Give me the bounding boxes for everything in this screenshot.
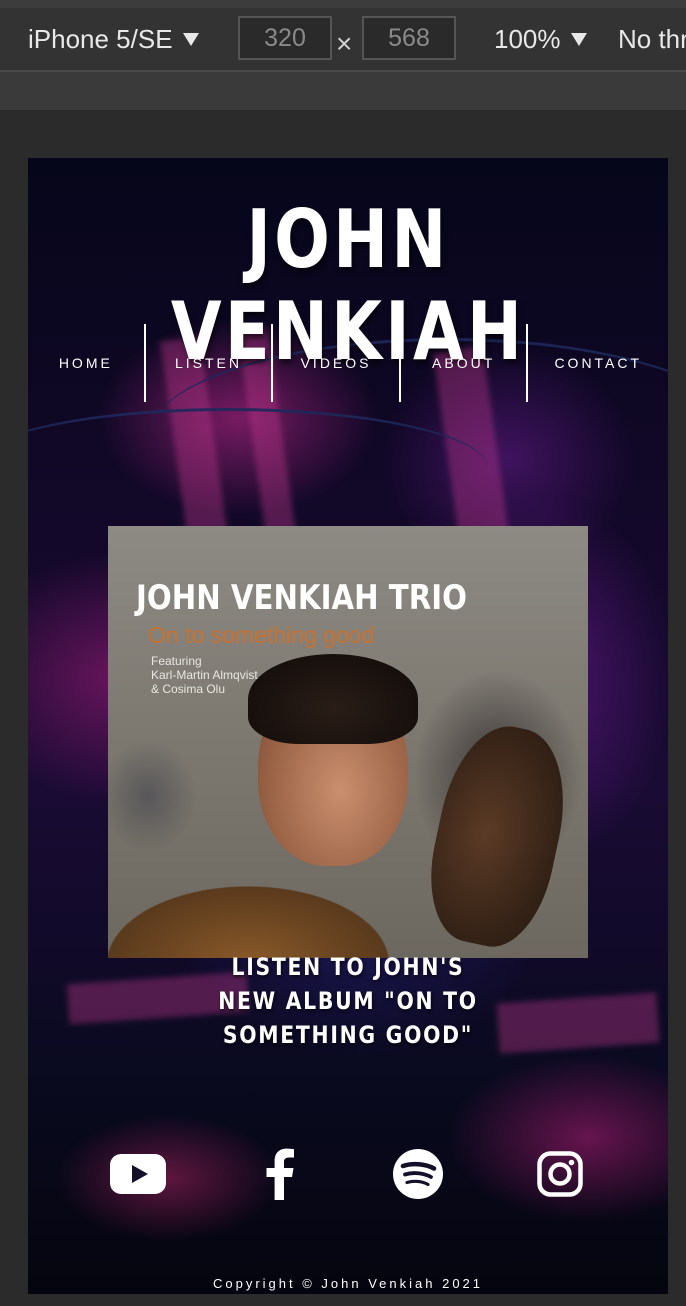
instagram-icon[interactable] xyxy=(530,1144,590,1204)
nav-item-listen[interactable]: LISTEN xyxy=(146,324,272,402)
album-cover-title: JOHN VENKIAH TRIO xyxy=(136,578,467,618)
copyright-text: Copyright © John Venkiah 2021 xyxy=(212,1276,484,1291)
chevron-down-icon xyxy=(182,32,199,46)
background-light xyxy=(496,992,660,1054)
viewport-height-input[interactable]: 568 xyxy=(362,16,456,60)
spotify-icon[interactable] xyxy=(388,1144,448,1204)
devtools-ruler-strip xyxy=(0,72,686,110)
youtube-icon[interactable] xyxy=(108,1144,168,1204)
album-cover[interactable]: JOHN VENKIAH TRIO On to something good F… xyxy=(108,526,588,958)
album-cover-subtitle: On to something good xyxy=(148,622,375,648)
emulated-viewport: JOHN VENKIAH HOME LISTEN VIDEOS ABOUT CO… xyxy=(28,158,668,1294)
album-photo-bass xyxy=(416,715,580,957)
facebook-icon[interactable] xyxy=(250,1144,310,1204)
album-photo-hair xyxy=(248,654,418,744)
album-caption-link[interactable]: LISTEN TO JOHN'S NEW ALBUM "ON TO SOMETH… xyxy=(204,950,493,1052)
device-select[interactable]: iPhone 5/SE xyxy=(28,22,199,56)
device-select-label: iPhone 5/SE xyxy=(28,24,173,54)
viewport-width-input[interactable]: 320 xyxy=(238,16,332,60)
zoom-select[interactable]: 100% xyxy=(494,22,587,56)
throttle-select[interactable]: No thr xyxy=(618,22,686,56)
social-links xyxy=(28,1144,668,1204)
nav-item-about[interactable]: ABOUT xyxy=(401,324,527,402)
devtools-device-toolbar: iPhone 5/SE 320 × 568 100% No thr xyxy=(0,0,686,72)
album-cover-featuring: Featuring Karl-Martin Almqvist & Cosima … xyxy=(151,654,258,696)
chevron-down-icon xyxy=(570,32,587,46)
dimension-separator: × xyxy=(336,28,353,59)
main-nav: HOME LISTEN VIDEOS ABOUT CONTACT xyxy=(28,324,668,402)
nav-item-home[interactable]: HOME xyxy=(28,324,144,402)
nav-item-contact[interactable]: CONTACT xyxy=(528,324,668,402)
nav-item-videos[interactable]: VIDEOS xyxy=(273,324,399,402)
zoom-select-label: 100% xyxy=(494,24,561,54)
